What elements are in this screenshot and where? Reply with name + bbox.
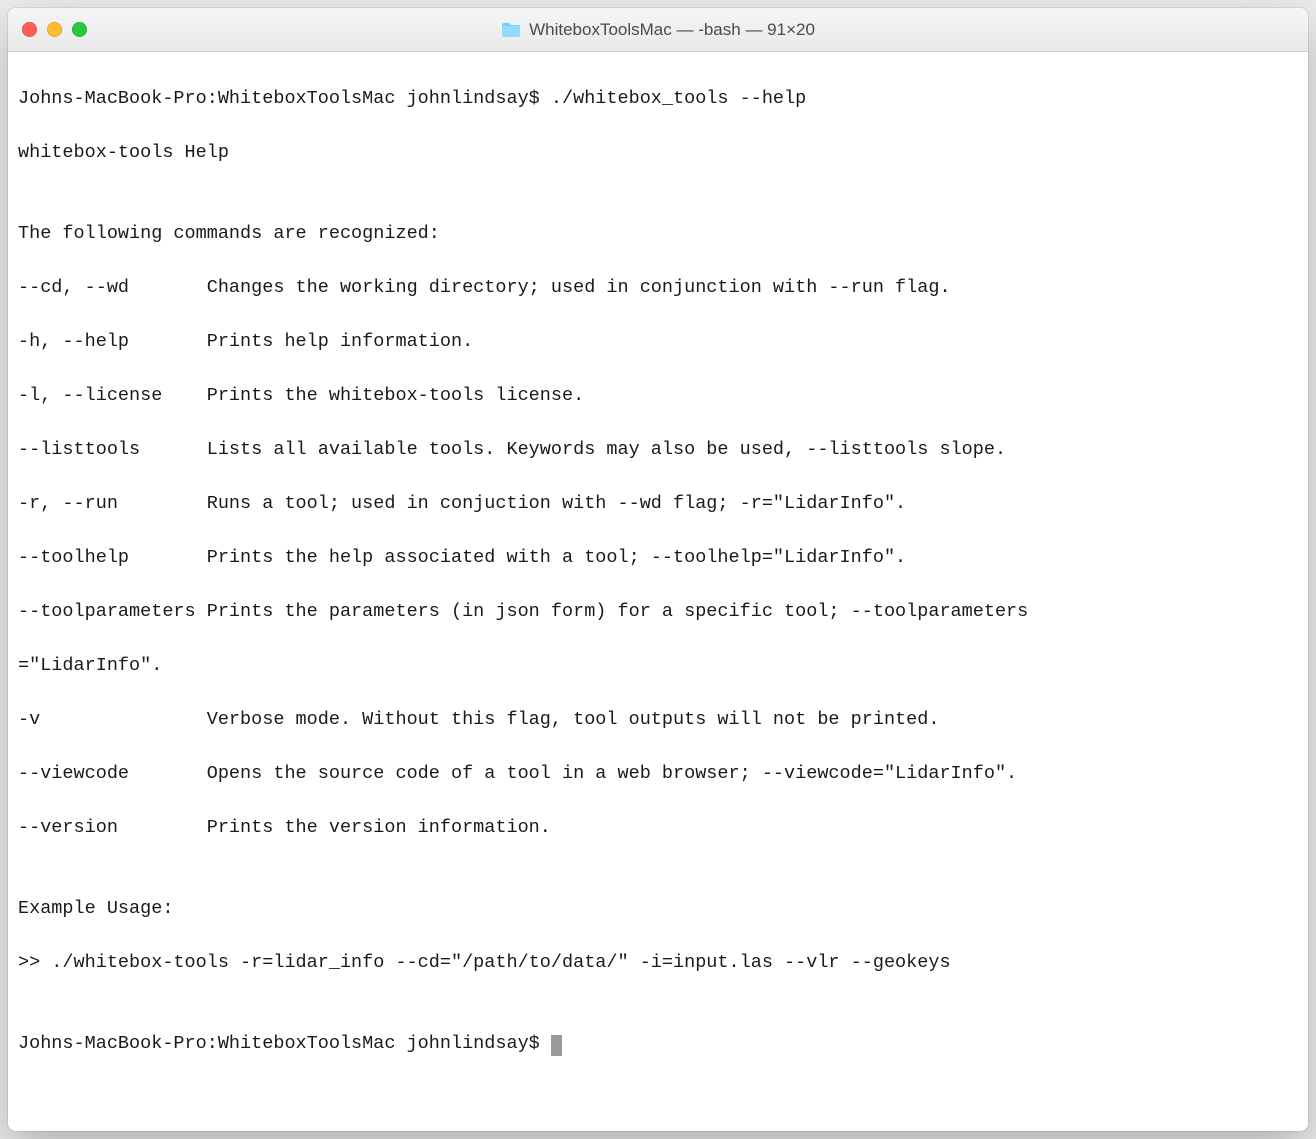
terminal-prompt-line: Johns-MacBook-Pro:WhiteboxToolsMac johnl… <box>18 1030 1298 1057</box>
cursor-icon <box>551 1035 562 1056</box>
terminal-line: --toolhelp Prints the help associated wi… <box>18 544 1298 571</box>
terminal-line: >> ./whitebox-tools -r=lidar_info --cd="… <box>18 949 1298 976</box>
terminal-line: --version Prints the version information… <box>18 814 1298 841</box>
terminal-line: -v Verbose mode. Without this flag, tool… <box>18 706 1298 733</box>
titlebar[interactable]: WhiteboxToolsMac — -bash — 91×20 <box>8 8 1308 52</box>
terminal-line: --viewcode Opens the source code of a to… <box>18 760 1298 787</box>
terminal-line: --toolparameters Prints the parameters (… <box>18 598 1298 625</box>
window-title-area: WhiteboxToolsMac — -bash — 91×20 <box>22 20 1294 40</box>
terminal-line: Johns-MacBook-Pro:WhiteboxToolsMac johnl… <box>18 85 1298 112</box>
terminal-prompt: Johns-MacBook-Pro:WhiteboxToolsMac johnl… <box>18 1033 551 1054</box>
terminal-body[interactable]: Johns-MacBook-Pro:WhiteboxToolsMac johnl… <box>8 52 1308 1131</box>
terminal-line: The following commands are recognized: <box>18 220 1298 247</box>
terminal-line: whitebox-tools Help <box>18 139 1298 166</box>
terminal-line: -h, --help Prints help information. <box>18 328 1298 355</box>
minimize-icon[interactable] <box>47 22 62 37</box>
close-icon[interactable] <box>22 22 37 37</box>
window-title: WhiteboxToolsMac — -bash — 91×20 <box>529 20 815 40</box>
terminal-line: --cd, --wd Changes the working directory… <box>18 274 1298 301</box>
window-controls <box>22 22 87 37</box>
terminal-line: --listtools Lists all available tools. K… <box>18 436 1298 463</box>
folder-icon <box>501 22 521 38</box>
terminal-line: -r, --run Runs a tool; used in conjuctio… <box>18 490 1298 517</box>
terminal-line: -l, --license Prints the whitebox-tools … <box>18 382 1298 409</box>
maximize-icon[interactable] <box>72 22 87 37</box>
terminal-window: WhiteboxToolsMac — -bash — 91×20 Johns-M… <box>8 8 1308 1131</box>
terminal-line: Example Usage: <box>18 895 1298 922</box>
terminal-line: ="LidarInfo". <box>18 652 1298 679</box>
